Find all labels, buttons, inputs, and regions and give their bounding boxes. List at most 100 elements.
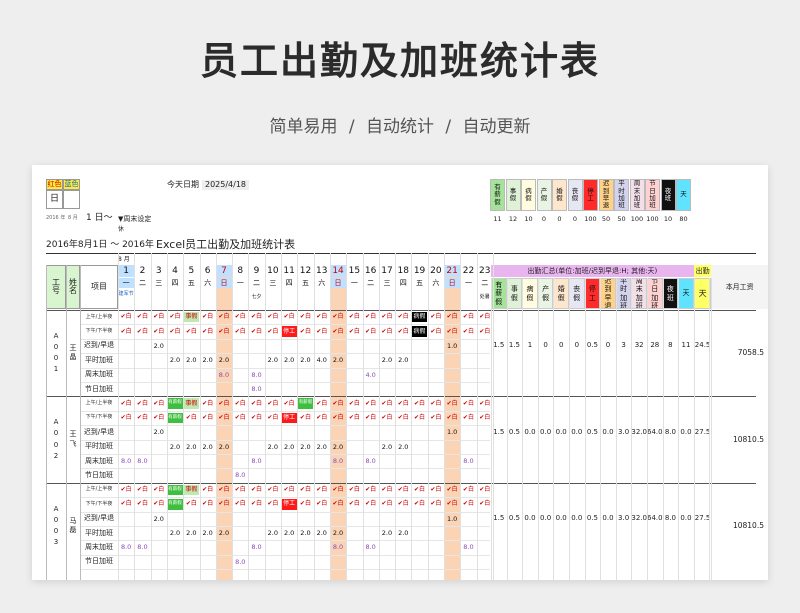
attendance-mark[interactable]: ✔白 bbox=[396, 485, 411, 495]
attendance-mark[interactable]: ✔白 bbox=[119, 326, 134, 336]
attendance-mark[interactable]: ✔白 bbox=[428, 312, 443, 322]
attendance-mark[interactable]: 有薪假 bbox=[167, 484, 183, 496]
attendance-mark[interactable]: ✔白 bbox=[363, 312, 378, 322]
attendance-mark[interactable]: ✔白 bbox=[363, 398, 378, 408]
attendance-mark[interactable]: ✔白 bbox=[363, 413, 378, 423]
attendance-mark[interactable]: ✔白 bbox=[314, 326, 329, 336]
attendance-mark[interactable]: ✔白 bbox=[461, 485, 476, 495]
attendance-mark[interactable]: 停工 bbox=[281, 412, 297, 424]
attendance-mark[interactable]: ✔白 bbox=[200, 499, 215, 509]
attendance-mark[interactable]: ✔白 bbox=[298, 326, 313, 336]
attendance-mark[interactable]: ✔白 bbox=[445, 326, 460, 336]
attendance-mark[interactable]: ✔白 bbox=[445, 398, 460, 408]
attendance-mark[interactable]: ✔白 bbox=[151, 485, 166, 495]
attendance-mark[interactable]: ✔白 bbox=[200, 485, 215, 495]
attendance-mark[interactable]: 病假 bbox=[411, 312, 428, 323]
attendance-mark[interactable]: ✔白 bbox=[216, 326, 231, 336]
attendance-mark[interactable]: ✔白 bbox=[298, 485, 313, 495]
attendance-mark[interactable]: 有薪假 bbox=[167, 412, 183, 424]
attendance-mark[interactable]: ✔白 bbox=[216, 499, 231, 509]
attendance-mark[interactable]: ✔白 bbox=[184, 413, 199, 423]
attendance-mark[interactable]: ✔白 bbox=[233, 398, 248, 408]
attendance-mark[interactable]: ✔白 bbox=[233, 485, 248, 495]
attendance-mark[interactable]: ✔白 bbox=[412, 499, 427, 509]
attendance-mark[interactable]: ✔白 bbox=[347, 312, 362, 322]
attendance-mark[interactable]: ✔白 bbox=[233, 413, 248, 423]
attendance-mark[interactable]: ✔白 bbox=[282, 485, 297, 495]
attendance-mark[interactable]: ✔白 bbox=[461, 312, 476, 322]
attendance-mark[interactable]: 事假 bbox=[183, 398, 199, 409]
attendance-mark[interactable]: ✔白 bbox=[298, 312, 313, 322]
attendance-mark[interactable]: ✔白 bbox=[233, 326, 248, 336]
weekend-setting-dropdown[interactable]: ▼周末设定 bbox=[118, 216, 151, 223]
attendance-mark[interactable]: ✔白 bbox=[249, 398, 264, 408]
attendance-mark[interactable]: ✔白 bbox=[216, 485, 231, 495]
attendance-mark[interactable]: ✔白 bbox=[461, 499, 476, 509]
attendance-mark[interactable]: ✔白 bbox=[151, 326, 166, 336]
attendance-mark[interactable]: ✔白 bbox=[396, 312, 411, 322]
attendance-mark[interactable]: ✔白 bbox=[249, 413, 264, 423]
attendance-mark[interactable]: ✔白 bbox=[135, 398, 150, 408]
attendance-mark[interactable]: ✔白 bbox=[249, 326, 264, 336]
attendance-mark[interactable]: ✔白 bbox=[135, 326, 150, 336]
attendance-mark[interactable]: ✔白 bbox=[265, 326, 280, 336]
attendance-mark[interactable]: ✔白 bbox=[379, 398, 394, 408]
attendance-mark[interactable]: ✔白 bbox=[445, 499, 460, 509]
attendance-mark[interactable]: ✔白 bbox=[461, 326, 476, 336]
attendance-mark[interactable]: ✔白 bbox=[216, 413, 231, 423]
attendance-mark[interactable]: ✔白 bbox=[379, 413, 394, 423]
attendance-mark[interactable]: ✔白 bbox=[200, 398, 215, 408]
attendance-mark[interactable]: ✔白 bbox=[445, 312, 460, 322]
attendance-mark[interactable]: 有薪假 bbox=[297, 398, 314, 409]
attendance-mark[interactable]: ✔白 bbox=[461, 398, 476, 408]
attendance-mark[interactable]: ✔白 bbox=[363, 326, 378, 336]
attendance-mark[interactable]: ✔白 bbox=[314, 499, 329, 509]
attendance-mark[interactable]: ✔白 bbox=[135, 312, 150, 322]
attendance-mark[interactable]: ✔白 bbox=[282, 398, 297, 408]
attendance-mark[interactable]: ✔白 bbox=[151, 413, 166, 423]
attendance-mark[interactable]: ✔白 bbox=[249, 312, 264, 322]
attendance-mark[interactable]: ✔白 bbox=[428, 499, 443, 509]
attendance-mark[interactable]: ✔白 bbox=[428, 485, 443, 495]
attendance-mark[interactable]: ✔白 bbox=[298, 413, 313, 423]
attendance-mark[interactable]: ✔白 bbox=[379, 326, 394, 336]
attendance-mark[interactable]: ✔白 bbox=[379, 499, 394, 509]
attendance-mark[interactable]: ✔白 bbox=[330, 413, 345, 423]
attendance-mark[interactable]: 事假 bbox=[183, 312, 199, 323]
attendance-mark[interactable]: ✔白 bbox=[135, 485, 150, 495]
attendance-mark[interactable]: ✔白 bbox=[265, 485, 280, 495]
attendance-mark[interactable]: 有薪假 bbox=[167, 499, 183, 510]
attendance-mark[interactable]: ✔白 bbox=[233, 312, 248, 322]
attendance-mark[interactable]: ✔白 bbox=[428, 398, 443, 408]
attendance-mark[interactable]: ✔白 bbox=[216, 312, 231, 322]
attendance-mark[interactable]: ✔白 bbox=[167, 326, 182, 336]
attendance-mark[interactable]: ✔白 bbox=[379, 312, 394, 322]
attendance-mark[interactable]: ✔白 bbox=[347, 326, 362, 336]
attendance-mark[interactable]: ✔白 bbox=[412, 413, 427, 423]
attendance-mark[interactable]: ✔白 bbox=[314, 485, 329, 495]
attendance-mark[interactable]: ✔白 bbox=[119, 413, 134, 423]
attendance-mark[interactable]: ✔白 bbox=[347, 413, 362, 423]
attendance-mark[interactable]: 有薪假 bbox=[167, 398, 183, 409]
attendance-mark[interactable]: ✔白 bbox=[330, 312, 345, 322]
attendance-mark[interactable]: ✔白 bbox=[347, 499, 362, 509]
attendance-mark[interactable]: ✔白 bbox=[265, 312, 280, 322]
attendance-mark[interactable]: ✔白 bbox=[184, 499, 199, 509]
attendance-mark[interactable]: ✔白 bbox=[282, 312, 297, 322]
attendance-mark[interactable]: ✔白 bbox=[314, 312, 329, 322]
attendance-mark[interactable]: ✔白 bbox=[200, 312, 215, 322]
attendance-mark[interactable]: ✔白 bbox=[151, 398, 166, 408]
attendance-mark[interactable]: ✔白 bbox=[396, 499, 411, 509]
attendance-mark[interactable]: ✔白 bbox=[461, 413, 476, 423]
attendance-mark[interactable]: ✔白 bbox=[265, 398, 280, 408]
attendance-mark[interactable]: ✔白 bbox=[330, 485, 345, 495]
attendance-mark[interactable]: 事假 bbox=[183, 484, 199, 496]
attendance-mark[interactable]: ✔白 bbox=[314, 398, 329, 408]
attendance-mark[interactable]: ✔白 bbox=[396, 398, 411, 408]
attendance-mark[interactable]: ✔白 bbox=[135, 499, 150, 509]
attendance-mark[interactable]: ✔白 bbox=[363, 499, 378, 509]
attendance-mark[interactable]: ✔白 bbox=[265, 413, 280, 423]
attendance-mark[interactable]: ✔白 bbox=[363, 485, 378, 495]
attendance-mark[interactable]: ✔白 bbox=[445, 413, 460, 423]
attendance-mark[interactable]: ✔白 bbox=[233, 499, 248, 509]
